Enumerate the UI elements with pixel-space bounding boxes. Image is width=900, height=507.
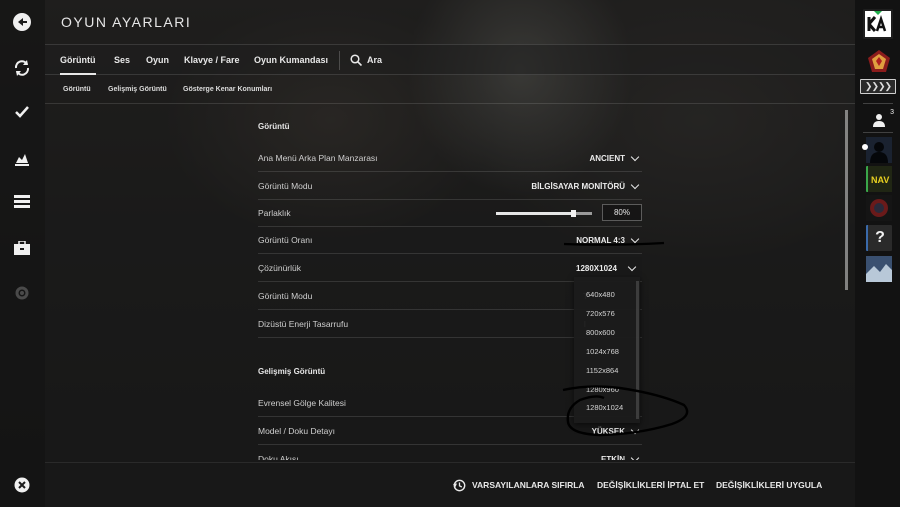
setting-row-texture-streaming[interactable]: Doku Akışı ETKİN — [258, 446, 642, 460]
page-title: OYUN AYARLARI — [61, 14, 192, 30]
resolution-option[interactable]: 800x600 — [586, 328, 615, 337]
section-header-advanced: Gelişmiş Görüntü — [258, 367, 326, 376]
setting-dropdown[interactable]: NORMAL 4:3 — [576, 227, 642, 254]
setting-label: Parlaklık — [258, 208, 291, 218]
setting-row-aspect-ratio[interactable]: Görüntü Oranı NORMAL 4:3 — [258, 227, 642, 254]
unknown-friend-avatar[interactable]: ? — [866, 225, 892, 251]
resolution-option[interactable]: 1280x960 — [586, 385, 619, 394]
sub-tabs: Görüntü Gelişmiş Görüntü Gösterge Kenar … — [45, 76, 855, 104]
setting-value: ANCIENT — [589, 154, 625, 163]
chevron-down-icon — [630, 152, 640, 161]
chevron-down-icon — [630, 453, 640, 460]
tab-goruntu[interactable]: Görüntü — [60, 45, 96, 75]
friends-count: 3 — [890, 109, 894, 116]
briefcase-icon[interactable] — [11, 237, 33, 259]
main-tabs: Görüntü Ses Oyun Klavye / Fare Oyun Kuma… — [45, 44, 855, 75]
separator — [863, 132, 893, 133]
setting-value: NORMAL 4:3 — [576, 236, 625, 245]
play-icon[interactable] — [11, 11, 33, 33]
setting-dropdown[interactable]: ETKİN — [601, 446, 642, 460]
friend-avatar[interactable] — [866, 256, 892, 282]
setting-label: Çözünürlük — [258, 263, 301, 273]
setting-value: BİLGİSAYAR MONİTÖRÜ — [531, 182, 625, 191]
left-nav-rail — [0, 0, 45, 507]
check-icon[interactable] — [11, 101, 33, 123]
setting-label: Doku Akışı — [258, 454, 299, 460]
subtab-goruntu[interactable]: Görüntü — [63, 76, 91, 104]
online-status-dot — [862, 144, 868, 150]
resolution-option[interactable]: 640x480 — [586, 290, 615, 299]
list-icon[interactable] — [11, 191, 33, 213]
resolution-options-list[interactable]: 640x480 720x576 800x600 1024x768 1152x86… — [574, 277, 640, 423]
friend-avatar[interactable] — [866, 137, 892, 163]
resolution-option[interactable]: 1152x864 — [586, 366, 618, 375]
slider-track[interactable] — [496, 212, 592, 215]
resolution-option[interactable]: 1024x768 — [586, 347, 619, 356]
tab-klavye-fare[interactable]: Klavye / Fare — [184, 45, 240, 75]
search-button[interactable]: Ara — [350, 45, 382, 75]
setting-label: Görüntü Modu — [258, 181, 313, 191]
rank-emblem-icon[interactable] — [866, 48, 892, 74]
resolution-option[interactable]: 1280x1024 — [586, 403, 623, 412]
setting-label: Evrensel Gölge Kalitesi — [258, 398, 346, 408]
section-header-display: Görüntü — [258, 122, 290, 131]
tab-oyun[interactable]: Oyun — [146, 45, 169, 75]
close-icon[interactable] — [11, 474, 33, 496]
setting-dropdown[interactable]: ANCIENT — [589, 145, 642, 172]
setting-value: 1280X1024 — [576, 264, 617, 273]
tab-oyun-kumandasi[interactable]: Oyun Kumandası — [254, 45, 328, 75]
profile-avatar[interactable] — [863, 9, 893, 39]
setting-label: Model / Doku Detayı — [258, 426, 336, 436]
discard-changes-button[interactable]: DEĞİŞİKLİKLERİ İPTAL ET — [597, 463, 704, 507]
search-label: Ara — [367, 55, 383, 65]
slider-fill — [496, 212, 573, 215]
search-icon — [350, 54, 362, 66]
brightness-value-field[interactable]: 80% — [602, 204, 642, 221]
history-icon — [453, 479, 466, 492]
setting-label: Görüntü Modu — [258, 291, 313, 301]
chevron-down-icon — [630, 425, 640, 434]
friend-avatar[interactable]: NAV — [866, 166, 892, 192]
friend-avatar[interactable] — [866, 195, 892, 221]
tab-divider — [339, 51, 340, 70]
setting-row-brightness[interactable]: Parlaklık 80% — [258, 200, 642, 227]
settings-panel: OYUN AYARLARI Görüntü Ses Oyun Klavye / … — [45, 0, 855, 507]
setting-row-display-mode[interactable]: Görüntü Modu BİLGİSAYAR MONİTÖRÜ — [258, 173, 642, 200]
slider-handle[interactable] — [570, 210, 576, 217]
chevron-down-icon — [627, 262, 637, 271]
settings-scrollbar[interactable] — [845, 110, 848, 290]
resolution-option[interactable]: 720x576 — [586, 309, 615, 318]
right-social-rail: ❯❯❯❯ 3 NAV ? — [855, 0, 900, 507]
subtab-gelismis-goruntu[interactable]: Gelişmiş Görüntü — [108, 76, 167, 104]
rank-icon[interactable] — [11, 148, 33, 170]
chevron-down-icon — [630, 234, 640, 243]
svg-text:NAV: NAV — [871, 175, 889, 185]
apply-changes-button[interactable]: DEĞİŞİKLİKLERİ UYGULA — [716, 463, 822, 507]
reset-label: VARSAYILANLARA SIFIRLA — [472, 480, 585, 490]
subtab-gosterge-kenar-konumlari[interactable]: Gösterge Kenar Konumları — [183, 76, 272, 104]
brightness-slider[interactable]: 80% — [492, 200, 642, 227]
dropdown-scrollbar[interactable] — [636, 281, 639, 419]
user-icon — [873, 114, 885, 127]
separator — [863, 103, 893, 104]
setting-label: Görüntü Oranı — [258, 235, 313, 245]
setting-label: Dizüstü Enerji Tasarrufu — [258, 319, 349, 329]
reset-defaults-button[interactable]: VARSAYILANLARA SIFIRLA — [453, 463, 585, 507]
chevron-down-icon — [630, 180, 640, 189]
friends-button[interactable]: 3 — [866, 107, 894, 133]
refresh-icon[interactable] — [11, 57, 33, 79]
bottom-action-bar: VARSAYILANLARA SIFIRLA DEĞİŞİKLİKLERİ İP… — [45, 462, 855, 507]
gear-icon[interactable] — [11, 282, 33, 304]
chevrons-badge-icon[interactable]: ❯❯❯❯ — [860, 79, 896, 94]
setting-value: ETKİN — [601, 455, 625, 460]
setting-row-menu-background[interactable]: Ana Menü Arka Plan Manzarası ANCIENT — [258, 145, 642, 172]
setting-label: Ana Menü Arka Plan Manzarası — [258, 153, 378, 163]
setting-dropdown[interactable]: BİLGİSAYAR MONİTÖRÜ — [531, 173, 642, 200]
tab-ses[interactable]: Ses — [114, 45, 130, 75]
